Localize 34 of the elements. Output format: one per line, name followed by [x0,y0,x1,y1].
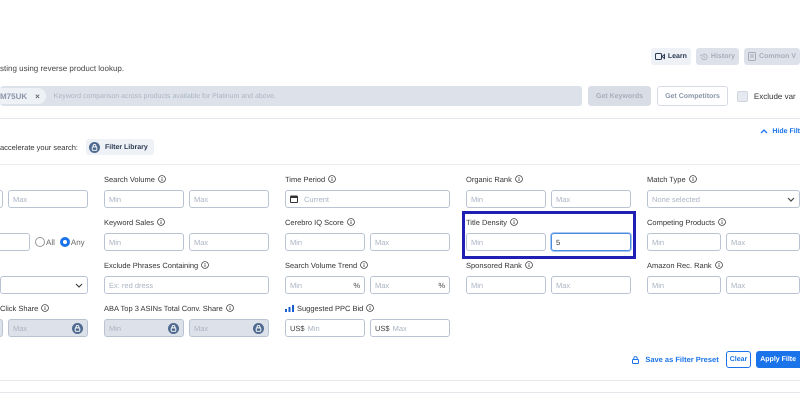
history-icon [700,52,708,60]
select-dropdown[interactable] [0,276,88,294]
info-icon [510,218,518,226]
lock-icon [88,142,100,152]
asin-chip: M75UK × [0,88,46,104]
info-icon [328,175,336,183]
info-icon [201,261,210,269]
chevron-down-icon [75,282,83,288]
lock-icon [72,322,83,334]
info-icon [514,175,523,183]
remove-chip-button[interactable]: × [35,92,40,100]
document-icon [748,52,756,61]
lock-icon [253,322,264,334]
info-icon [157,218,166,226]
lock-icon [168,322,179,334]
info-icon [714,261,723,269]
checkbox-label: Exclude var [754,92,796,100]
calendar-icon [290,195,298,203]
chevron-up-icon [760,129,768,134]
info-icon [158,175,166,183]
info-icon [366,304,374,312]
info-icon [360,261,368,269]
info-icon [226,304,234,312]
exclude-checkbox[interactable] [736,90,748,102]
info-icon [718,218,726,226]
info-icon [346,218,355,226]
video-camera-icon [654,53,665,60]
page-subtitle: sting using reverse product lookup. [0,64,124,73]
lock-icon [632,356,640,364]
info-icon [41,304,50,312]
radio-option[interactable]: Any [60,237,85,247]
chevron-down-icon [787,196,795,202]
info-icon [524,261,533,269]
info-icon [688,175,697,183]
